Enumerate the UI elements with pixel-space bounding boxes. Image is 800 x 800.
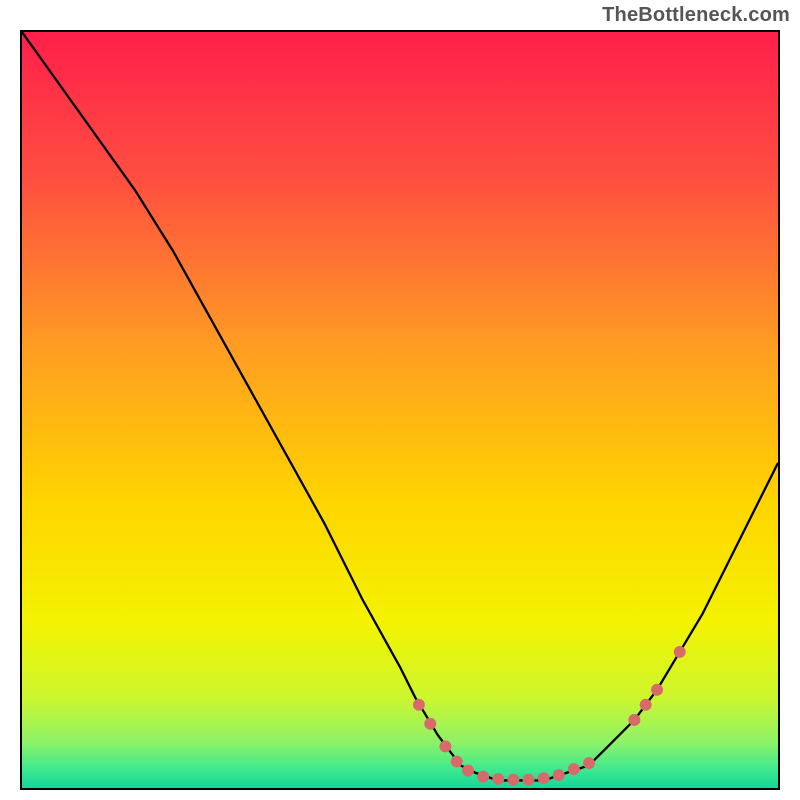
- data-marker: [568, 763, 580, 775]
- data-marker: [674, 646, 686, 658]
- data-marker: [413, 699, 425, 711]
- data-marker: [583, 757, 595, 769]
- watermark-text: TheBottleneck.com: [602, 4, 790, 27]
- plot-area: [20, 30, 780, 790]
- data-marker: [477, 771, 489, 783]
- data-marker: [651, 684, 663, 696]
- data-marker: [553, 769, 565, 781]
- chart-frame: TheBottleneck.com: [0, 0, 800, 800]
- data-marker: [628, 714, 640, 726]
- data-marker: [523, 774, 535, 786]
- plot-background: [22, 32, 778, 788]
- data-marker: [538, 772, 550, 784]
- data-marker: [492, 773, 504, 785]
- data-marker: [451, 756, 463, 768]
- plot-svg: [22, 32, 778, 788]
- data-marker: [462, 765, 474, 777]
- data-marker: [439, 740, 451, 752]
- data-marker: [507, 774, 519, 786]
- data-marker: [640, 699, 652, 711]
- data-marker: [424, 718, 436, 730]
